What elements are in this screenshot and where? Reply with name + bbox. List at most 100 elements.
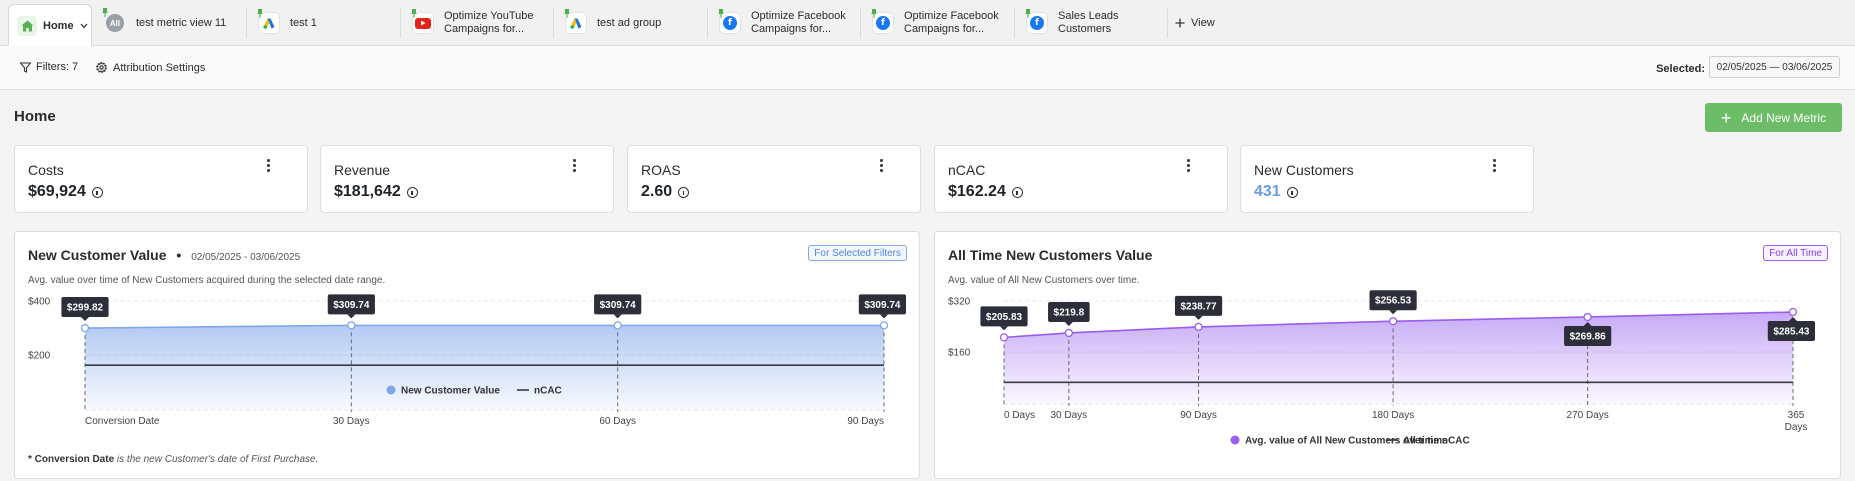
add-view-button[interactable]: View — [1175, 4, 1215, 42]
tab-divider — [860, 8, 861, 38]
kpi-card-revenue[interactable]: Revenue $181,642 — [320, 145, 614, 213]
tab-divider — [1014, 8, 1015, 38]
google-ads-icon — [257, 9, 280, 34]
x-tick-label: Conversion Date — [85, 416, 160, 427]
kpi-card-ncac[interactable]: nCAC $162.24 — [934, 145, 1228, 213]
pin-icon — [564, 9, 570, 18]
data-point — [1583, 312, 1592, 322]
filter-bar: Filters: 7 Attribution Settings Selected… — [0, 46, 1855, 90]
x-tick-label: 180 Days — [1372, 410, 1414, 421]
pin-icon — [411, 9, 417, 18]
legend-dot — [1230, 435, 1240, 445]
tab-label: test metric view 11 — [136, 16, 227, 29]
x-tick-label: Days — [1785, 422, 1808, 433]
tab-optimize-youtube[interactable]: Optimize YouTube Campaigns for... — [411, 4, 533, 42]
chart-date-range: 02/05/2025 - 03/06/2025 — [191, 252, 301, 263]
info-icon[interactable] — [406, 186, 418, 198]
data-point — [80, 323, 90, 333]
chart-footnote: * Conversion Date is the new Customer's … — [28, 454, 319, 465]
kebab-menu-icon[interactable] — [1493, 159, 1497, 173]
kpi-value: 431 — [1254, 183, 1298, 201]
data-label-arrow — [347, 314, 356, 319]
kpi-label: New Customers — [1254, 162, 1354, 178]
data-label-arrow — [613, 314, 622, 319]
data-label: $269.86 — [1570, 331, 1607, 342]
y-tick-label: $160 — [948, 348, 971, 359]
chevron-down-icon[interactable] — [80, 23, 88, 29]
kebab-menu-icon[interactable] — [267, 159, 271, 173]
tab-test-1[interactable]: test 1 — [257, 4, 317, 42]
add-view-label: View — [1191, 17, 1215, 29]
x-tick-label: 90 Days — [1180, 410, 1217, 421]
kpi-label: Revenue — [334, 162, 391, 178]
kpi-card-roas[interactable]: ROAS 2.60 — [627, 145, 921, 213]
x-tick-label: 30 Days — [333, 416, 370, 427]
tab-test-metric-view-11[interactable]: All test metric view 11 — [102, 4, 227, 42]
data-label: $219.8 — [1054, 307, 1085, 318]
data-label: $256.53 — [1375, 296, 1412, 307]
legend-label: All time nCAC — [1403, 436, 1470, 447]
data-point — [879, 321, 889, 330]
home-icon — [17, 15, 37, 36]
page-title: Home — [14, 108, 56, 125]
data-label: $309.74 — [864, 300, 901, 311]
pin-icon — [871, 9, 877, 18]
for-all-time-badge: For All Time — [1763, 245, 1828, 261]
data-point — [1388, 317, 1398, 326]
data-point — [613, 321, 622, 330]
tab-divider — [553, 8, 554, 38]
all-time-new-customers-value-card: All Time New Customers Value For All Tim… — [934, 231, 1841, 479]
add-new-metric-label: Add New Metric — [1741, 110, 1827, 125]
kebab-menu-icon[interactable] — [1187, 159, 1191, 173]
add-new-metric-button[interactable]: + Add New Metric — [1705, 103, 1842, 132]
data-label-arrow — [1389, 310, 1398, 315]
youtube-icon — [411, 9, 434, 34]
kpi-card-costs[interactable]: Costs $69,924 — [14, 145, 308, 213]
kpi-label: ROAS — [641, 162, 681, 178]
pin-icon — [257, 9, 263, 18]
tab-label: Optimize Facebook Campaigns for... — [904, 10, 999, 35]
info-icon[interactable] — [1011, 186, 1023, 198]
tab-label: test 1 — [290, 16, 317, 29]
filters-button[interactable]: Filters: 7 — [20, 61, 78, 73]
tab-label: Sales Leads Customers — [1058, 10, 1119, 35]
google-ads-icon — [564, 9, 587, 34]
pin-icon — [1025, 9, 1031, 18]
x-tick-label: 270 Days — [1567, 410, 1609, 421]
kpi-value: 2.60 — [641, 183, 690, 201]
new-customer-value-card: New Customer Value • 02/05/2025 - 03/06/… — [14, 231, 920, 479]
tab-divider — [400, 8, 401, 38]
all-avatar-icon: All — [102, 8, 126, 34]
info-icon[interactable] — [1286, 186, 1298, 198]
kpi-value: $181,642 — [334, 183, 418, 201]
kpi-label: Costs — [28, 162, 64, 178]
tab-optimize-facebook-1[interactable]: f Optimize Facebook Campaigns for... — [718, 4, 846, 42]
tab-sales-leads[interactable]: f Sales Leads Customers — [1025, 4, 1119, 42]
all-time-customers-value-chart: $320 $160 $205.83 $219.8 $238.77 $256.53 $269.… — [948, 290, 1815, 447]
tab-test-ad-group[interactable]: test ad group — [564, 4, 662, 42]
plus-icon — [1175, 18, 1185, 28]
chart-title: All Time New Customers Value — [948, 247, 1153, 263]
tab-optimize-facebook-2[interactable]: f Optimize Facebook Campaigns for... — [871, 4, 999, 42]
y-tick-label: $320 — [948, 297, 971, 308]
data-label-arrow — [1000, 326, 1008, 331]
legend-label: nCAC — [534, 386, 562, 397]
data-point — [1194, 322, 1203, 332]
info-icon[interactable] — [678, 186, 690, 198]
data-label-arrow — [81, 317, 89, 322]
pin-icon — [102, 8, 108, 17]
data-point — [1064, 328, 1073, 338]
kpi-card-new-customers[interactable]: New Customers 431 — [1240, 145, 1534, 213]
for-selected-filters-badge: For Selected Filters — [808, 245, 907, 261]
tab-home[interactable]: Home — [8, 4, 92, 46]
data-point — [347, 321, 356, 330]
kebab-menu-icon[interactable] — [573, 159, 577, 173]
attribution-settings-button[interactable]: Attribution Settings — [95, 61, 205, 74]
kebab-menu-icon[interactable] — [880, 159, 884, 173]
info-icon[interactable] — [91, 186, 103, 198]
tab-label: test ad group — [597, 16, 662, 29]
date-range-picker[interactable]: 02/05/2025 — 03/06/2025 — [1709, 56, 1840, 78]
y-tick-label: $200 — [28, 351, 51, 362]
tab-home-label: Home — [43, 19, 74, 32]
data-label: $238.77 — [1180, 301, 1217, 312]
